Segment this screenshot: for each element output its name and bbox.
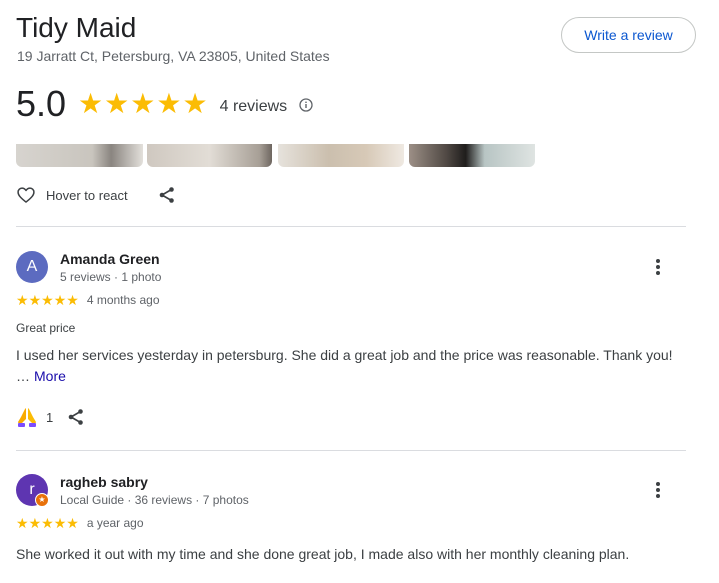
review-photo[interactable] bbox=[409, 144, 535, 167]
review-stars: ★ ★ ★ ★ ★ bbox=[16, 293, 79, 307]
review-rating: ★ ★ ★ ★ ★ 4 months ago bbox=[16, 293, 160, 307]
share-icon[interactable] bbox=[158, 186, 176, 204]
review-rating: ★ ★ ★ ★ ★ a year ago bbox=[16, 516, 144, 530]
avatar[interactable]: A bbox=[16, 251, 48, 283]
star-icon: ★ bbox=[53, 292, 67, 308]
star-icon: ★ bbox=[182, 88, 208, 119]
reviewer-meta: 5 reviews · 1 photo bbox=[60, 270, 162, 284]
star-icon: ★ bbox=[66, 292, 79, 308]
share-icon[interactable] bbox=[67, 408, 85, 426]
star-icon: ★ bbox=[66, 515, 79, 531]
star-icon: ★ bbox=[104, 88, 130, 119]
ellipsis: … bbox=[16, 368, 30, 384]
more-link[interactable]: … More bbox=[16, 368, 66, 384]
more-button[interactable]: More bbox=[34, 368, 66, 384]
review-text: She worked it out with my time and she d… bbox=[16, 546, 630, 562]
star-icon: ★ bbox=[130, 88, 156, 119]
place-title: Tidy Maid bbox=[16, 12, 137, 43]
review-text: I used her services yesterday in petersb… bbox=[16, 347, 673, 363]
photo-strip bbox=[16, 144, 556, 167]
star-icon: ★ bbox=[53, 515, 67, 531]
reviewer-name[interactable]: Amanda Green bbox=[60, 251, 160, 267]
star-icon: ★ bbox=[28, 292, 42, 308]
local-guide-badge-icon: ★ bbox=[35, 493, 49, 507]
star-icon: ★ bbox=[41, 292, 54, 308]
star-icon: ★ bbox=[16, 292, 29, 308]
star-icon: ★ bbox=[28, 515, 42, 531]
review-photo[interactable] bbox=[147, 144, 272, 167]
review-time: 4 months ago bbox=[86, 293, 160, 307]
heart-icon[interactable] bbox=[16, 185, 36, 205]
react-row: Hover to react bbox=[16, 184, 176, 206]
hover-to-react-label[interactable]: Hover to react bbox=[46, 188, 128, 203]
review-count[interactable]: 4 reviews bbox=[220, 98, 288, 116]
place-address: 19 Jarratt Ct, Petersburg, VA 23805, Uni… bbox=[17, 48, 330, 64]
review-photo[interactable] bbox=[16, 144, 143, 167]
more-options-icon[interactable] bbox=[648, 480, 668, 500]
star-icon: ★ bbox=[41, 515, 54, 531]
reviewer-meta: Local Guide · 36 reviews · 7 photos bbox=[60, 493, 249, 507]
reviewer-name[interactable]: ragheb sabry bbox=[60, 474, 148, 490]
review-photo[interactable] bbox=[278, 144, 404, 167]
review-title: Great price bbox=[16, 321, 76, 335]
more-options-icon[interactable] bbox=[648, 257, 668, 277]
write-review-button[interactable]: Write a review bbox=[561, 17, 696, 53]
divider bbox=[16, 450, 686, 451]
review-time: a year ago bbox=[86, 516, 144, 530]
reaction-row: 1 bbox=[16, 406, 85, 428]
star-icon: ★ bbox=[16, 515, 29, 531]
rating-value: 5.0 bbox=[16, 83, 67, 124]
divider bbox=[16, 226, 686, 227]
star-icon: ★ bbox=[156, 88, 182, 119]
rating-summary: 5.0 ★ ★ ★ ★ ★ 4 reviews bbox=[16, 83, 313, 124]
star-icon: ★ bbox=[78, 88, 104, 119]
review-card: r ★ ragheb sabry Local Guide · 36 review… bbox=[16, 474, 686, 574]
pray-reaction-icon[interactable] bbox=[16, 406, 38, 428]
review-stars: ★ ★ ★ ★ ★ bbox=[16, 516, 79, 530]
reaction-count: 1 bbox=[46, 409, 54, 425]
rating-stars: ★ ★ ★ ★ ★ bbox=[78, 90, 208, 118]
review-card: A Amanda Green 5 reviews · 1 photo ★ ★ ★… bbox=[16, 251, 686, 431]
info-icon[interactable] bbox=[299, 98, 313, 112]
